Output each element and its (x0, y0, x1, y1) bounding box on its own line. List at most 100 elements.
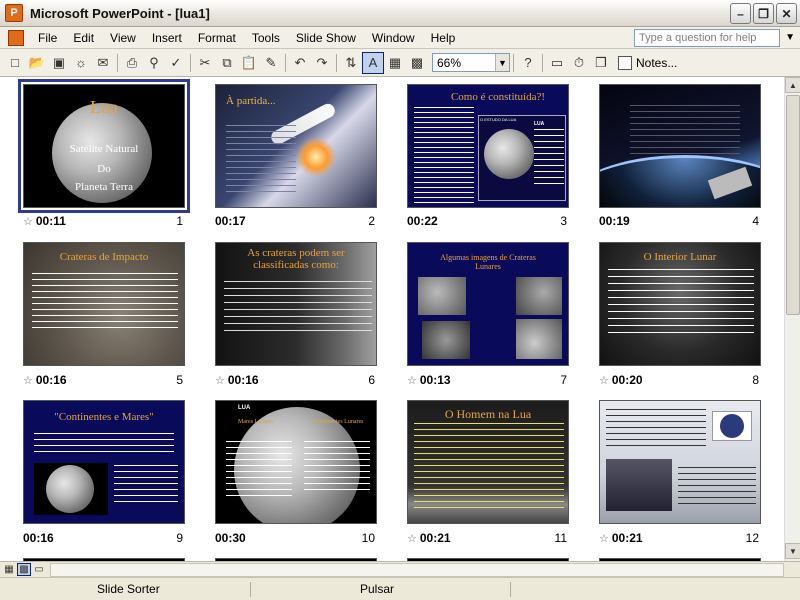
rehearse-timings-icon[interactable]: ⏱ (568, 52, 590, 74)
slide-title: Crateras de Impacto (59, 251, 149, 263)
scroll-up-icon[interactable]: ▲ (785, 77, 800, 93)
expand-all-icon[interactable]: ⇅ (340, 52, 362, 74)
slide-thumbnail-2[interactable]: À partida... (215, 84, 377, 208)
slide-title: LUA (238, 405, 251, 411)
vertical-scrollbar[interactable]: ▲ ▼ (784, 77, 800, 561)
menu-edit[interactable]: Edit (65, 27, 102, 49)
slide-timing: 00:21 (419, 531, 451, 545)
help-search-input[interactable]: Type a question for help (634, 29, 780, 47)
slide-number: 5 (176, 373, 183, 387)
menu-window[interactable]: Window (364, 27, 423, 49)
slide-thumbnail-5[interactable]: Crateras de Impacto (23, 242, 185, 366)
hide-slide-icon[interactable]: ▭ (546, 52, 568, 74)
slide-title: À partida... (226, 95, 276, 107)
transition-star-icon[interactable]: ☆ (407, 532, 417, 545)
slide-timing: 00:30 (215, 531, 246, 545)
menu-help[interactable]: Help (423, 27, 464, 49)
help-icon[interactable]: ? (517, 52, 539, 74)
new-icon[interactable]: □ (4, 52, 26, 74)
slide-number: 10 (361, 531, 375, 545)
scroll-down-icon[interactable]: ▼ (785, 543, 800, 559)
minimize-icon[interactable]: – (730, 3, 751, 24)
slide-label-left: Mares Lunares (238, 419, 274, 425)
view-bar: ▦ ▩ ▭ (0, 561, 800, 577)
standard-toolbar: □ 📂 ▣ ☼ ✉ ⎙ ⚲ ✓ ✂ ⧉ 📋 ✎ ↶ ↷ ⇅ A ▦ ▩ 66% … (0, 49, 800, 77)
slide-number: 2 (368, 214, 375, 228)
menu-tools[interactable]: Tools (244, 27, 288, 49)
slide-timing: 00:13 (419, 373, 451, 387)
undo-icon[interactable]: ↶ (289, 52, 311, 74)
menu-file[interactable]: File (30, 27, 65, 49)
slide-timing: 00:20 (611, 373, 643, 387)
slide-thumbnail-6[interactable]: As crateras podem ser classificadas como… (215, 242, 377, 366)
transition-star-icon[interactable]: ☆ (407, 374, 417, 387)
document-icon[interactable] (8, 29, 24, 46)
menu-view[interactable]: View (102, 27, 144, 49)
normal-view-icon[interactable]: ▦ (2, 563, 16, 576)
slide-timing: 00:16 (23, 531, 54, 545)
slide-caption: O ESTUDO DA LUA (480, 117, 517, 122)
scroll-thumb[interactable] (786, 95, 800, 315)
copy-icon[interactable]: ⧉ (216, 52, 238, 74)
transition-star-icon[interactable]: ☆ (599, 374, 609, 387)
transition-star-icon[interactable]: ☆ (23, 215, 33, 228)
slide-thumbnail-3[interactable]: Como é constituída?! O ESTUDO DA LUA LUA (407, 84, 569, 208)
slide-title: Lua (90, 97, 118, 117)
email-icon[interactable]: ✉ (92, 52, 114, 74)
chevron-down-icon[interactable]: ▼ (785, 32, 795, 43)
slide-number: 7 (560, 373, 567, 387)
slide-number: 12 (745, 531, 759, 545)
slide-meta-6: ☆ 00:16 6 (215, 373, 377, 387)
format-painter-icon[interactable]: ✎ (260, 52, 282, 74)
permission-icon[interactable]: ☼ (70, 52, 92, 74)
separator (285, 53, 286, 72)
slide-meta-11: ☆ 00:21 11 (407, 531, 569, 545)
slide-title: O Interior Lunar (643, 251, 717, 263)
restore-icon[interactable]: ❐ (753, 3, 774, 24)
print-icon[interactable]: ⎙ (121, 52, 143, 74)
transition-star-icon[interactable]: ☆ (599, 532, 609, 545)
slide-sorter-view-icon[interactable]: ▩ (17, 563, 31, 576)
status-view: Slide Sorter (97, 582, 160, 596)
slide-show-icon[interactable]: ▭ (32, 563, 46, 576)
grid-icon[interactable]: ▦ (384, 52, 406, 74)
slide-thumbnail-12[interactable] (599, 400, 761, 524)
save-icon[interactable]: ▣ (48, 52, 70, 74)
chevron-down-icon[interactable]: ▼ (495, 54, 509, 71)
transition-star-icon[interactable]: ☆ (215, 374, 225, 387)
separator (117, 53, 118, 72)
redo-icon[interactable]: ↷ (311, 52, 333, 74)
slide-thumbnail-9[interactable]: "Continentes e Mares" (23, 400, 185, 524)
menu-format[interactable]: Format (190, 27, 244, 49)
slide-box-title: LUA (534, 121, 545, 127)
notes-button[interactable]: Notes... (618, 55, 677, 70)
menu-insert[interactable]: Insert (144, 27, 190, 49)
slide-thumbnail-8[interactable]: O Interior Lunar (599, 242, 761, 366)
spelling-icon[interactable]: ✓ (165, 52, 187, 74)
window-controls: – ❐ ✕ (730, 3, 797, 24)
summary-slide-icon[interactable]: ❐ (590, 52, 612, 74)
slide-number: 3 (560, 214, 567, 228)
paste-icon[interactable]: 📋 (238, 52, 260, 74)
slide-thumbnail-4[interactable] (599, 84, 761, 208)
slide-timing: 00:22 (407, 214, 438, 228)
transition-star-icon[interactable]: ☆ (23, 374, 33, 387)
window-title: Microsoft PowerPoint - [lua1] (30, 5, 210, 21)
show-formatting-icon[interactable]: A (362, 51, 384, 74)
menu-slide-show[interactable]: Slide Show (288, 27, 364, 49)
slide-title: "Continentes e Mares" (54, 411, 154, 423)
color-grayscale-icon[interactable]: ▩ (406, 52, 428, 74)
slide-number: 11 (554, 531, 567, 545)
zoom-select[interactable]: 66% ▼ (432, 53, 510, 72)
slide-thumbnail-7[interactable]: Algumas imagens de Crateras Lunares (407, 242, 569, 366)
slide-sorter-pane: Lua Satélite Natural Do Planeta Terra ☆ … (0, 77, 784, 561)
cut-icon[interactable]: ✂ (194, 52, 216, 74)
slide-thumbnail-1[interactable]: Lua Satélite Natural Do Planeta Terra (18, 79, 190, 213)
horizontal-scrollbar[interactable] (50, 563, 784, 577)
print-preview-icon[interactable]: ⚲ (143, 52, 165, 74)
close-icon[interactable]: ✕ (776, 3, 797, 24)
powerpoint-icon[interactable]: P (5, 4, 23, 22)
slide-thumbnail-11[interactable]: O Homem na Lua (407, 400, 569, 524)
slide-thumbnail-10[interactable]: LUA Mares Lunares Continentes Lunares (215, 400, 377, 524)
open-icon[interactable]: 📂 (26, 52, 48, 74)
